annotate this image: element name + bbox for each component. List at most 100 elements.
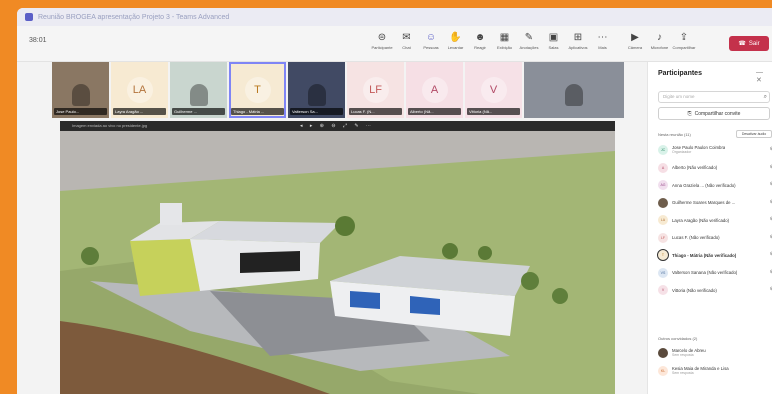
leave-button[interactable]: ☎ Sair	[729, 36, 769, 51]
avatar	[658, 197, 668, 208]
share-invite-button[interactable]: ⎘ Compartilhar convite	[658, 107, 770, 120]
search-icon: ⌕	[763, 94, 767, 100]
participant-row[interactable]: Guilherme Soares Marques de ... ⊘	[658, 196, 772, 210]
toolbar-button-participants[interactable]: ⊜ Participante	[369, 31, 395, 57]
participant-row[interactable]: JC Jose Paulo Paulon Coimbra Organizador ⊘	[658, 143, 772, 157]
avatar	[658, 348, 668, 358]
rooms-icon: ▣	[548, 32, 559, 43]
tile-name: Jose Paulo...	[54, 108, 107, 115]
phone-icon: ☎	[738, 41, 746, 47]
raise-hand-icon: ✋	[449, 32, 462, 43]
toolbar-button-label: Exibição	[496, 45, 513, 50]
toolbar-button-view[interactable]: ▦ Exibição	[492, 31, 518, 57]
share-invite-icon: ⎘	[687, 110, 692, 117]
participant-row[interactable]: T Thiago - Mátria (Não verificado) ⊘	[657, 248, 772, 262]
camera-icon: ▶	[631, 32, 639, 43]
toolbar-button-share[interactable]: ⇪ Compartilhar	[671, 31, 697, 57]
participant-name: Lucas F. (Não verificado)	[672, 235, 720, 240]
participant-row[interactable]: KL Kesia Maia de Miranda e Lisa Sem respos…	[658, 364, 772, 378]
video-tile[interactable]: V Vittoria (Nã...	[465, 62, 522, 118]
toolbar-button-apps[interactable]: ⊞ Aplicativos	[565, 31, 591, 57]
video-tile[interactable]: LA Layra Aragão ...	[111, 62, 168, 118]
toolbar-button-more[interactable]: ⋯ Mais	[590, 31, 616, 57]
toolbar-button-notes[interactable]: ✎ Anotações	[516, 31, 542, 57]
participant-info: Lucas F. (Não verificado)	[672, 235, 720, 240]
participant-name: Kesia Maia de Miranda e Lisa	[672, 365, 729, 371]
avatar: V	[658, 285, 668, 295]
invite-search-input[interactable]: Digite um nome ⌕	[658, 91, 770, 103]
participant-role: Sem resposta	[672, 370, 694, 375]
toolbar-button-mic[interactable]: ♪ Microfone	[647, 31, 673, 57]
tile-avatar: LF	[362, 77, 389, 103]
avatar: JC	[658, 145, 668, 155]
avatar: VS	[658, 267, 668, 278]
panel-title: Participantes	[658, 70, 702, 77]
tile-name: Guilherme ...	[172, 108, 225, 115]
video-tile[interactable]: LF Lucas F. (N...	[347, 62, 404, 118]
tile-avatar: V	[480, 77, 507, 103]
participants-panel: Participantes — ✕ Digite um nome ⌕ ⎘ Com…	[647, 62, 772, 394]
video-tile[interactable]: Jose Paulo...	[52, 62, 109, 118]
participant-info: Alberto (Não verificado)	[672, 165, 717, 170]
participant-video	[307, 84, 326, 106]
meeting-toolbar: 38:01 ⊜ Participante ✉ Chat ☺ Pessoas ✋ Levanta…	[17, 26, 772, 62]
participant-info: Thiago - Mátria (Não verificado)	[672, 253, 736, 258]
react-icon: ☻	[474, 32, 486, 43]
video-tile[interactable]: T Thiago - Mátria ...	[229, 62, 286, 118]
participant-info: Valterson Sanana (Não verificado)	[672, 270, 737, 275]
toolbar-button-label: Chat	[402, 45, 411, 50]
teams-window: Reunião BROGEA apresentação Projeto 3 - …	[17, 8, 772, 394]
share-controls[interactable]: ◂ ▸ ⊕ ⊖ ⤢ ✎ ⋯	[300, 121, 374, 131]
toolbar-button-raise-hand[interactable]: ✋ Levantar	[443, 31, 469, 57]
participant-row[interactable]: Marcelo de Abreu Sem resposta	[658, 346, 772, 360]
toolbar-button-label: Salas	[548, 45, 559, 50]
avatar: AG	[658, 180, 668, 190]
participant-info: Vittoria (Não verificado)	[672, 288, 717, 293]
participant-info: Guilherme Soares Marques de ...	[672, 200, 735, 205]
toolbar-button-label: Microfone	[650, 45, 669, 50]
tile-avatar: T	[244, 77, 271, 103]
toolbar-button-label: Câmera	[627, 45, 643, 50]
participant-info: Jose Paulo Paulon Coimbra Organizador	[672, 145, 725, 155]
toolbar-button-rooms[interactable]: ▣ Salas	[541, 31, 567, 57]
share-icon: ⇪	[679, 32, 689, 43]
leave-label: Sair	[748, 40, 760, 47]
video-tile[interactable]: Guilherme ...	[170, 62, 227, 118]
avatar: LA	[658, 215, 668, 225]
video-tile[interactable]	[524, 62, 624, 118]
participant-name: Valterson Sanana (Não verificado)	[672, 270, 738, 275]
chat-icon: ✉	[402, 32, 411, 43]
toolbar-button-label: Reagir	[474, 45, 486, 50]
view-icon: ▦	[499, 32, 510, 43]
tile-name: Alberto (Nã...	[408, 108, 461, 115]
toolbar-button-react[interactable]: ☻ Reagir	[467, 31, 493, 57]
share-invite-label: Compartilhar convite	[694, 110, 741, 117]
tile-avatar: A	[421, 77, 448, 103]
participant-row[interactable]: LA Layra Aragão (Não verificado) ⊘	[658, 213, 772, 227]
share-control-bar: Imagem enviada ao vivo no presidente.jpg…	[60, 121, 615, 131]
toolbar-button-label: Aplicativos	[568, 45, 588, 50]
video-tile[interactable]: A Alberto (Nã...	[406, 62, 463, 118]
participant-row[interactable]: V Vittoria (Não verificado) ⊘	[658, 283, 772, 297]
notes-icon: ✎	[524, 32, 534, 43]
participant-row[interactable]: VS Valterson Sanana (Não verificado) ⊘	[658, 266, 772, 280]
meeting-stage: Jose Paulo... LA Layra Aragão ... Guilherme…	[17, 62, 647, 394]
participant-name: Layra Aragão (Não verificado)	[672, 217, 730, 223]
panel-close-icon[interactable]: — ✕	[756, 69, 772, 84]
mute-all-button[interactable]: Desativar áudio	[736, 130, 772, 138]
invited-header[interactable]: Outros convidados (2)	[658, 336, 697, 341]
toolbar-button-camera[interactable]: ▶ Câmera	[622, 31, 648, 57]
video-tile[interactable]: Valterson Sa...	[288, 62, 345, 118]
participants-icon: ⊜	[377, 32, 387, 43]
participant-video	[565, 84, 583, 106]
in-meeting-header[interactable]: Nesta reunião (11)	[658, 132, 691, 137]
apps-icon: ⊞	[573, 32, 583, 43]
participant-row[interactable]: A Alberto (Não verificado) ⊘	[658, 161, 772, 175]
participant-role: Sem resposta	[672, 353, 694, 357]
participant-row[interactable]: LF Lucas F. (Não verificado) ⊘	[658, 231, 772, 245]
toolbar-button-label: Mais	[598, 45, 607, 50]
participant-row[interactable]: AG Anna Graziela ... (Não verificado) ⊘	[658, 178, 772, 192]
participant-video	[71, 84, 90, 106]
toolbar-button-chat[interactable]: ✉ Chat	[394, 31, 420, 57]
toolbar-button-people[interactable]: ☺ Pessoas	[418, 31, 444, 57]
